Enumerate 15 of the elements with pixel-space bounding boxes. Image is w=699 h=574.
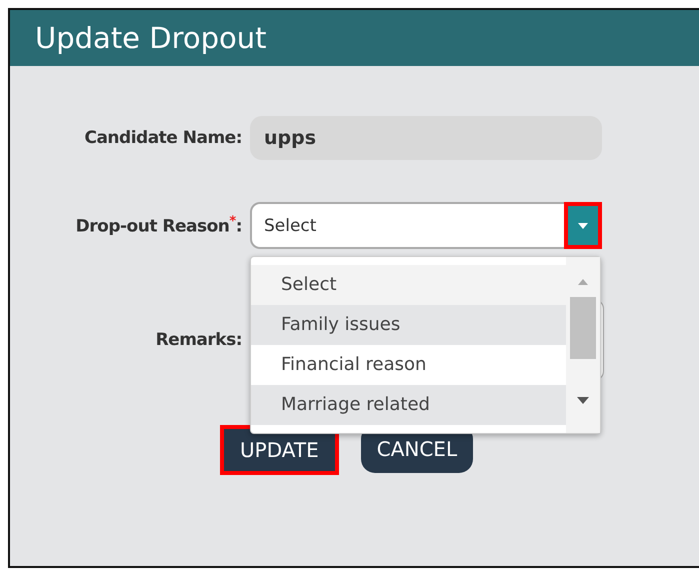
- dropdown-option[interactable]: Family issues: [251, 305, 566, 345]
- reason-select[interactable]: Select: [250, 202, 602, 249]
- caret-icon: [578, 222, 588, 228]
- field-label: Drop-out Reason$^{*}$:: [74, 214, 243, 237]
- window-title: Update Dropout: [35, 21, 267, 55]
- scrollbar-thumb[interactable]: [570, 297, 596, 359]
- dropdown-option[interactable]: Marriage related: [251, 385, 566, 425]
- scroll-up-icon[interactable]: [578, 279, 588, 285]
- field-label: Remarks:: [154, 330, 243, 350]
- scrollbar[interactable]: [566, 257, 600, 433]
- dropdown-option[interactable]: Select: [251, 265, 566, 305]
- scroll-down-icon[interactable]: [577, 397, 589, 404]
- dropdown-toggle[interactable]: [564, 202, 602, 249]
- candidate-name-field[interactable]: upps: [250, 116, 602, 160]
- field-label: Candidate Name:: [83, 128, 243, 148]
